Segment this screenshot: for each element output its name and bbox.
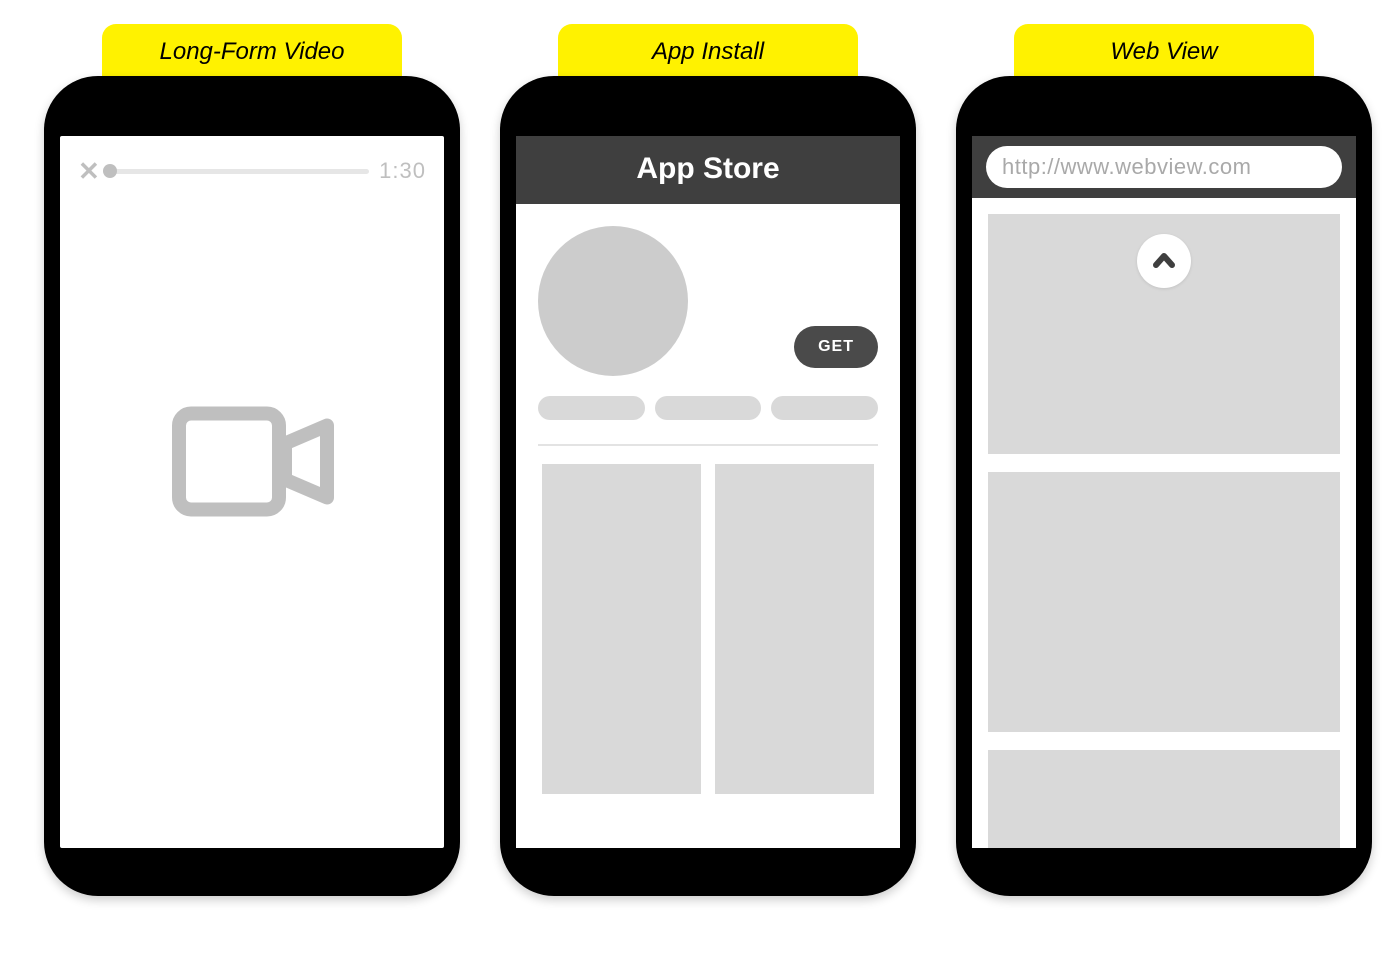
video-progress-knob[interactable] [103,164,117,178]
get-button[interactable]: GET [794,326,878,368]
chevron-up-icon [1151,248,1177,274]
screenshot-placeholder [715,464,874,794]
app-store-body: GET [516,204,900,794]
screen-web: http://www.webview.com [972,136,1356,848]
scroll-up-button[interactable] [1137,234,1191,288]
screen-video: ✕ 1:30 [60,136,444,848]
info-pill [538,396,645,420]
screen-app: App Store GET [516,136,900,848]
app-info-pills [538,396,878,420]
phone-frame-web: http://www.webview.com [956,76,1372,896]
app-screenshots [538,464,878,794]
app-icon-placeholder [538,226,688,376]
info-pill [771,396,878,420]
video-progress-track[interactable] [110,169,369,174]
phone-frame-app: App Store GET [500,76,916,896]
video-camera-icon [167,401,337,526]
video-topbar: ✕ 1:30 [60,136,444,184]
column-web-view: Web View http://www.webview.com [956,24,1372,896]
diagram-container: Long-Form Video ✕ 1:30 [0,0,1390,920]
content-block [988,472,1340,732]
close-icon[interactable]: ✕ [78,158,100,184]
column-long-form-video: Long-Form Video ✕ 1:30 [44,24,460,896]
app-top-row: GET [538,226,878,376]
content-block [988,750,1340,848]
info-pill [655,396,762,420]
divider [538,444,878,446]
video-duration: 1:30 [379,158,426,184]
screenshot-placeholder [542,464,701,794]
url-bar[interactable]: http://www.webview.com [986,146,1342,188]
browser-header: http://www.webview.com [972,136,1356,198]
column-app-install: App Install App Store GET [500,24,916,896]
app-store-title: App Store [516,136,900,204]
web-content [972,198,1356,848]
phone-frame-video: ✕ 1:30 [44,76,460,896]
